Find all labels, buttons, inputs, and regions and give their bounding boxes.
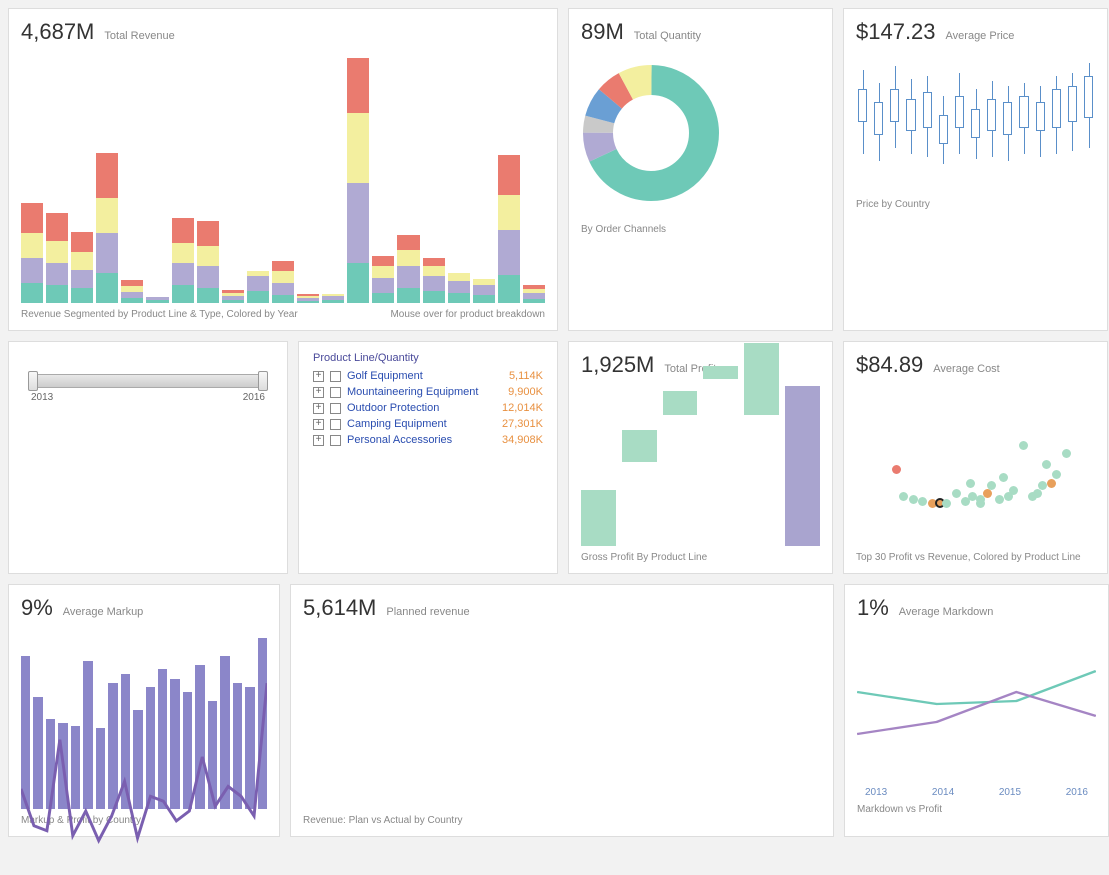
bottom-row: 9% Average Markup Markup & Profit by Cou…	[8, 584, 1101, 837]
legend-item[interactable]: + Golf Equipment 5,114K	[313, 370, 543, 382]
legend-item-label: Camping Equipment	[347, 418, 496, 430]
legend-item-value: 27,301K	[502, 418, 543, 430]
planned-label: Planned revenue	[386, 606, 469, 618]
markdown-year-tick: 2013	[865, 787, 887, 798]
avg-cost-card: $84.89 Average Cost Top 30 Profit vs Rev…	[843, 341, 1108, 574]
year-slider-card: 2013 2016	[8, 341, 288, 574]
expand-icon[interactable]: +	[313, 387, 324, 398]
checkbox[interactable]	[330, 435, 341, 446]
checkbox[interactable]	[330, 403, 341, 414]
revenue-stacked-chart[interactable]	[21, 53, 545, 303]
avg-cost-footer: Top 30 Profit vs Revenue, Colored by Pro…	[856, 552, 1081, 563]
slider-handle-end[interactable]	[258, 371, 268, 391]
legend-item-value: 12,014K	[502, 402, 543, 414]
markup-profit-chart[interactable]	[21, 629, 267, 809]
markdown-card: 1% Average Markdown 2013 2014 2015 2016 Mar…	[844, 584, 1109, 837]
markdown-label: Average Markdown	[899, 606, 994, 618]
legend-item-value: 5,114K	[509, 370, 543, 382]
profit-value: 1,925M	[581, 352, 654, 378]
planned-card: 5,614M Planned revenue Revenue: Plan vs …	[290, 584, 834, 837]
checkbox[interactable]	[330, 387, 341, 398]
quantity-label: Total Quantity	[634, 30, 701, 42]
legend-item[interactable]: + Mountaineering Equipment 9,900K	[313, 386, 543, 398]
avg-price-label: Average Price	[946, 30, 1015, 42]
planned-footer: Revenue: Plan vs Actual by Country	[303, 815, 463, 826]
markdown-value: 1%	[857, 595, 889, 621]
markdown-year-tick: 2015	[999, 787, 1021, 798]
legend-title: Product Line/Quantity	[313, 352, 543, 364]
avg-cost-label: Average Cost	[933, 363, 999, 375]
slider-end-label: 2016	[243, 392, 265, 403]
markup-card: 9% Average Markup Markup & Profit by Cou…	[8, 584, 280, 837]
legend-item[interactable]: + Personal Accessories 34,908K	[313, 434, 543, 446]
revenue-footer-left: Revenue Segmented by Product Line & Type…	[21, 309, 298, 320]
markdown-year-tick: 2014	[932, 787, 954, 798]
dashboard-grid: 4,687M Total Revenue Revenue Segmented b…	[8, 8, 1101, 574]
legend-item[interactable]: + Camping Equipment 27,301K	[313, 418, 543, 430]
legend-item-label: Golf Equipment	[347, 370, 503, 382]
revenue-label: Total Revenue	[104, 30, 174, 42]
profit-card: 1,925M Total Profit Gross Profit By Prod…	[568, 341, 833, 574]
avg-cost-value: $84.89	[856, 352, 923, 378]
plan-vs-actual-chart[interactable]	[303, 629, 821, 809]
revenue-card: 4,687M Total Revenue Revenue Segmented b…	[8, 8, 558, 331]
profit-revenue-scatter[interactable]	[856, 386, 1095, 546]
avg-price-card: $147.23 Average Price Price by Country	[843, 8, 1108, 331]
expand-icon[interactable]: +	[313, 403, 324, 414]
checkbox[interactable]	[330, 419, 341, 430]
price-country-chart[interactable]	[856, 53, 1095, 193]
quantity-value: 89M	[581, 19, 624, 45]
markdown-footer: Markdown vs Profit	[857, 804, 942, 815]
filter-row: 2013 2016 Product Line/Quantity + Golf Eq…	[8, 341, 558, 574]
avg-price-value: $147.23	[856, 19, 936, 45]
slider-start-label: 2013	[31, 392, 53, 403]
quantity-donut-chart[interactable]	[581, 63, 721, 203]
markdown-year-tick: 2016	[1066, 787, 1088, 798]
avg-price-footer: Price by Country	[856, 199, 930, 210]
profit-waterfall-chart[interactable]	[581, 386, 820, 546]
checkbox[interactable]	[330, 371, 341, 382]
revenue-footer-right: Mouse over for product breakdown	[390, 309, 545, 320]
year-slider[interactable]	[31, 374, 265, 388]
expand-icon[interactable]: +	[313, 371, 324, 382]
legend-item-label: Mountaineering Equipment	[347, 386, 502, 398]
profit-footer: Gross Profit By Product Line	[581, 552, 707, 563]
legend-item[interactable]: + Outdoor Protection 12,014K	[313, 402, 543, 414]
expand-icon[interactable]: +	[313, 419, 324, 430]
legend-item-label: Personal Accessories	[347, 434, 496, 446]
slider-handle-start[interactable]	[28, 371, 38, 391]
quantity-footer: By Order Channels	[581, 224, 666, 235]
product-line-legend: Product Line/Quantity + Golf Equipment 5,1…	[298, 341, 558, 574]
legend-item-label: Outdoor Protection	[347, 402, 496, 414]
revenue-value: 4,687M	[21, 19, 94, 45]
markup-value: 9%	[21, 595, 53, 621]
markup-label: Average Markup	[63, 606, 144, 618]
expand-icon[interactable]: +	[313, 435, 324, 446]
quantity-card: 89M Total Quantity By Order Channels	[568, 8, 833, 331]
legend-item-value: 9,900K	[508, 386, 543, 398]
planned-value: 5,614M	[303, 595, 376, 621]
legend-item-value: 34,908K	[502, 434, 543, 446]
